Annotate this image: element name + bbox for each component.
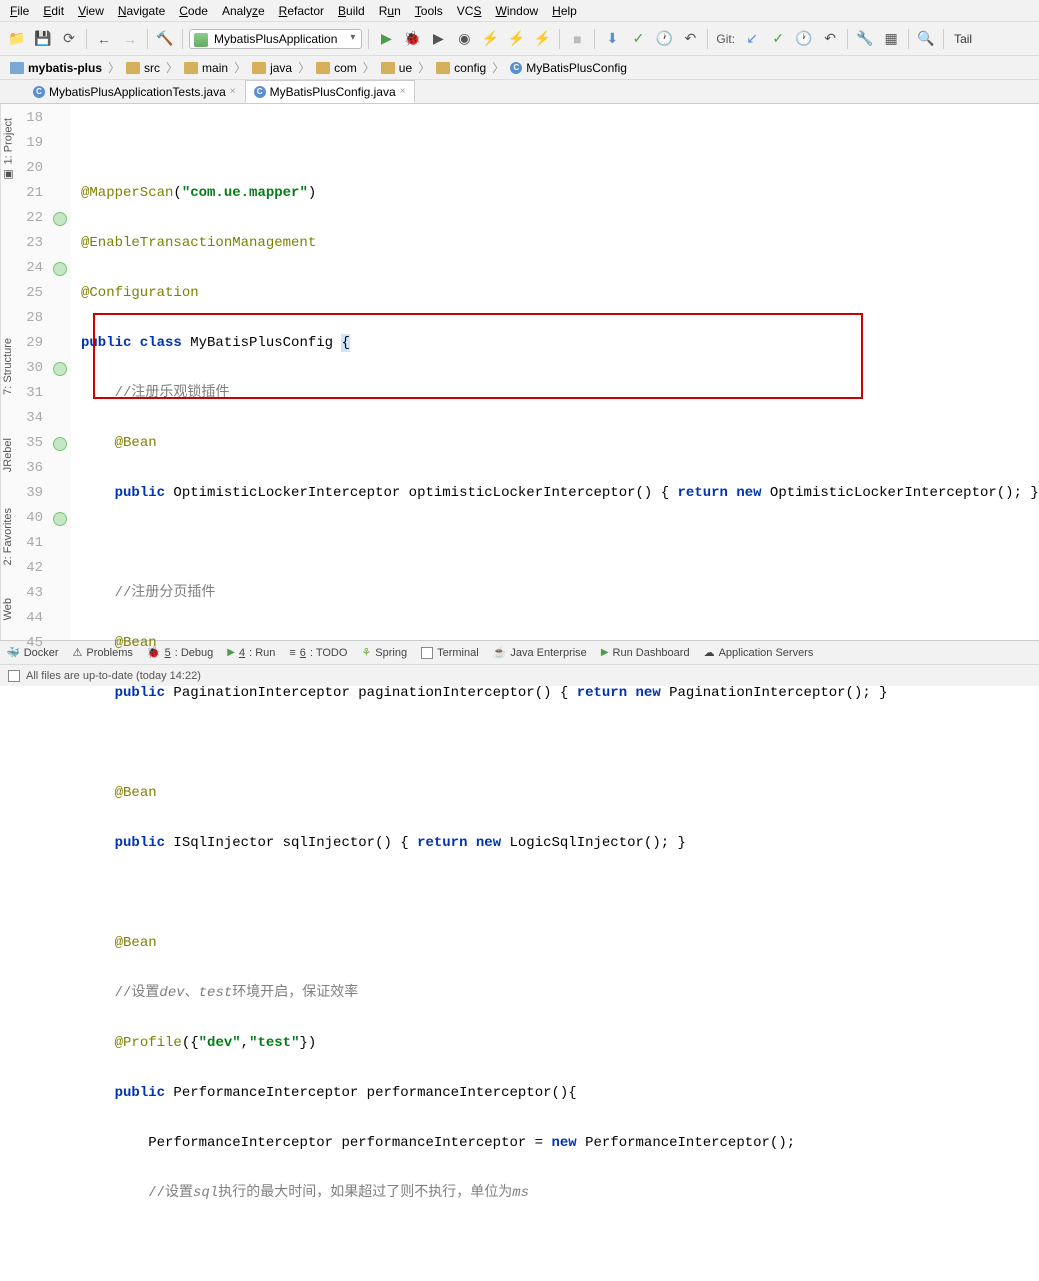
main-area: ▣1: Project 7: Structure JRebel 2: Favor…	[0, 104, 1039, 640]
coverage-icon[interactable]: ▶	[427, 28, 449, 50]
bean-gutter-icon[interactable]	[53, 437, 67, 451]
menu-analyze[interactable]: Analyze	[216, 2, 271, 20]
git-label: Git:	[716, 32, 735, 46]
struct-icon[interactable]: ▦	[880, 28, 902, 50]
status-icon[interactable]	[8, 670, 20, 682]
bc-src[interactable]: src	[122, 61, 164, 75]
bc-config[interactable]: config	[432, 61, 490, 75]
folder-icon	[436, 62, 450, 74]
folder-icon	[126, 62, 140, 74]
menu-file[interactable]: File	[4, 2, 35, 20]
class-icon	[510, 62, 522, 74]
menu-edit[interactable]: Edit	[37, 2, 70, 20]
left-tool-strip: ▣1: Project 7: Structure JRebel 2: Favor…	[0, 104, 1, 640]
bean-gutter-icon[interactable]	[53, 262, 67, 276]
run-config-selector[interactable]: MybatisPlusApplication	[189, 29, 362, 49]
menu-refactor[interactable]: Refactor	[273, 2, 330, 20]
tab-tests[interactable]: MybatisPlusApplicationTests.java×	[24, 80, 245, 103]
tool-structure[interactable]: 7: Structure	[0, 334, 16, 399]
tool-web[interactable]: Web	[0, 594, 16, 624]
menu-tools[interactable]: Tools	[409, 2, 449, 20]
bc-class[interactable]: MyBatisPlusConfig	[506, 61, 631, 75]
editor-tabs: MybatisPlusApplicationTests.java× MyBati…	[0, 80, 1039, 104]
jr3-icon[interactable]: ⚡	[531, 28, 553, 50]
menu-window[interactable]: Window	[489, 2, 544, 20]
code-editor[interactable]: 1819202122232425282930313435363940414243…	[1, 104, 1039, 640]
tool-jrebel[interactable]: JRebel	[0, 434, 16, 476]
bc-java[interactable]: java	[248, 61, 296, 75]
git-pull-icon[interactable]: ↙	[741, 28, 763, 50]
menu-code[interactable]: Code	[173, 2, 214, 20]
toolbar: 📁 💾 ⟳ ← → 🔨 MybatisPlusApplication ▶ 🐞 ▶…	[0, 22, 1039, 56]
search-icon[interactable]: 🔍	[915, 28, 937, 50]
build-icon[interactable]: 🔨	[154, 28, 176, 50]
bt-docker[interactable]: 🐳Docker	[6, 646, 59, 659]
highlight-box	[93, 313, 863, 399]
back-icon[interactable]: ←	[93, 28, 115, 50]
jr2-icon[interactable]: ⚡	[505, 28, 527, 50]
folder-icon	[184, 62, 198, 74]
close-icon[interactable]: ×	[400, 86, 406, 97]
folder-icon	[381, 62, 395, 74]
history-icon[interactable]: 🕐	[653, 28, 675, 50]
tool-favorites[interactable]: 2: Favorites	[0, 504, 16, 569]
tail-label: Tail	[954, 32, 972, 46]
folder-icon	[316, 62, 330, 74]
bc-ue[interactable]: ue	[377, 61, 416, 75]
jr1-icon[interactable]: ⚡	[479, 28, 501, 50]
tool-project[interactable]: ▣1: Project	[0, 114, 17, 185]
run-icon[interactable]: ▶	[375, 28, 397, 50]
breadcrumb: mybatis-plus〉 src〉 main〉 java〉 com〉 ue〉 …	[0, 56, 1039, 80]
menu-build[interactable]: Build	[332, 2, 371, 20]
bc-root[interactable]: mybatis-plus	[6, 61, 106, 75]
profile-icon[interactable]: ◉	[453, 28, 475, 50]
wrench-icon[interactable]: 🔧	[854, 28, 876, 50]
menu-bar: File Edit View Navigate Code Analyze Ref…	[0, 0, 1039, 22]
stop-icon[interactable]: ■	[566, 28, 588, 50]
commit-icon[interactable]: ✓	[627, 28, 649, 50]
bean-gutter-icon[interactable]	[53, 362, 67, 376]
class-icon	[33, 86, 45, 98]
code-area[interactable]: @MapperScan("com.ue.mapper") @EnableTran…	[71, 104, 1039, 640]
git-commit-icon[interactable]: ✓	[767, 28, 789, 50]
menu-view[interactable]: View	[72, 2, 110, 20]
bean-gutter-icon[interactable]	[53, 212, 67, 226]
git-revert-icon[interactable]: ↶	[819, 28, 841, 50]
open-icon[interactable]: 📁	[6, 28, 28, 50]
module-icon	[10, 62, 24, 74]
git-hist-icon[interactable]: 🕐	[793, 28, 815, 50]
folder-icon	[252, 62, 266, 74]
update-icon[interactable]: ⬇	[601, 28, 623, 50]
menu-run[interactable]: Run	[373, 2, 407, 20]
gutter-icons	[49, 104, 71, 640]
menu-help[interactable]: Help	[546, 2, 583, 20]
menu-vcs[interactable]: VCS	[451, 2, 488, 20]
tab-config[interactable]: MyBatisPlusConfig.java×	[245, 80, 415, 103]
menu-navigate[interactable]: Navigate	[112, 2, 171, 20]
bc-main[interactable]: main	[180, 61, 232, 75]
revert-icon[interactable]: ↶	[679, 28, 701, 50]
refresh-icon[interactable]: ⟳	[58, 28, 80, 50]
debug-icon[interactable]: 🐞	[401, 28, 423, 50]
close-icon[interactable]: ×	[230, 86, 236, 97]
class-icon	[254, 86, 266, 98]
save-icon[interactable]: 💾	[32, 28, 54, 50]
forward-icon[interactable]: →	[119, 28, 141, 50]
bean-gutter-icon[interactable]	[53, 512, 67, 526]
bc-com[interactable]: com	[312, 61, 361, 75]
